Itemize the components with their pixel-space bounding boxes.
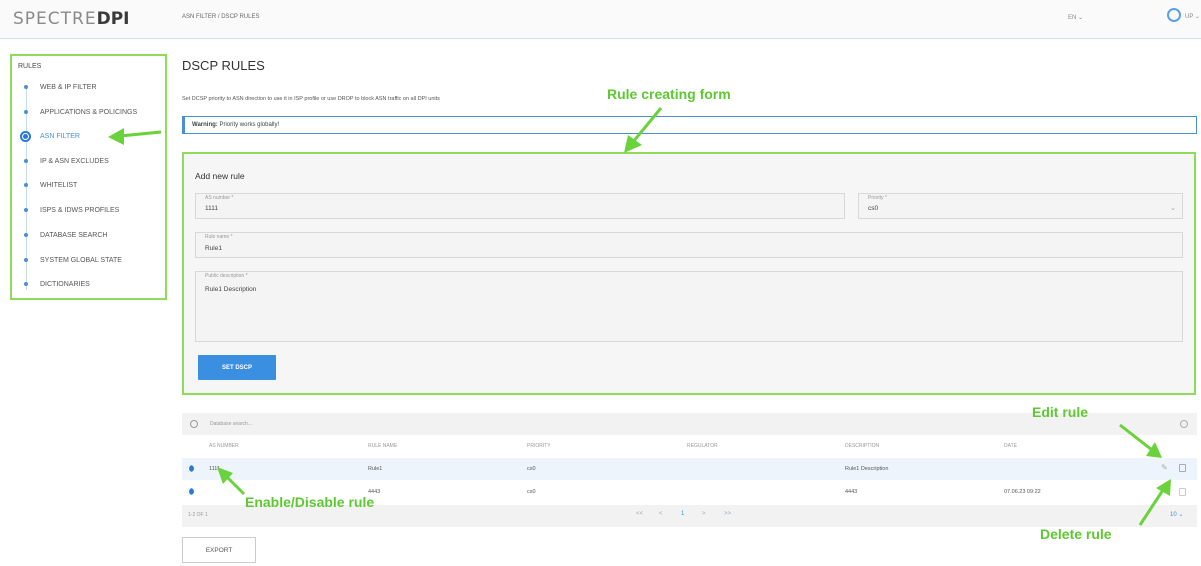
annotation-delete: Delete rule xyxy=(1040,526,1112,542)
toggle-arrow xyxy=(224,474,246,496)
annotation-edit: Edit rule xyxy=(1032,404,1089,420)
form-arrow xyxy=(631,107,663,143)
annotation-form: Rule creating form xyxy=(607,86,731,102)
annotation-toggle: Enable/Disable rule xyxy=(245,494,375,510)
edit-arrow xyxy=(1119,423,1153,452)
delete-arrow xyxy=(1138,489,1165,526)
asn-filter-arrow xyxy=(119,130,162,138)
annotation-arrows xyxy=(108,107,1171,526)
